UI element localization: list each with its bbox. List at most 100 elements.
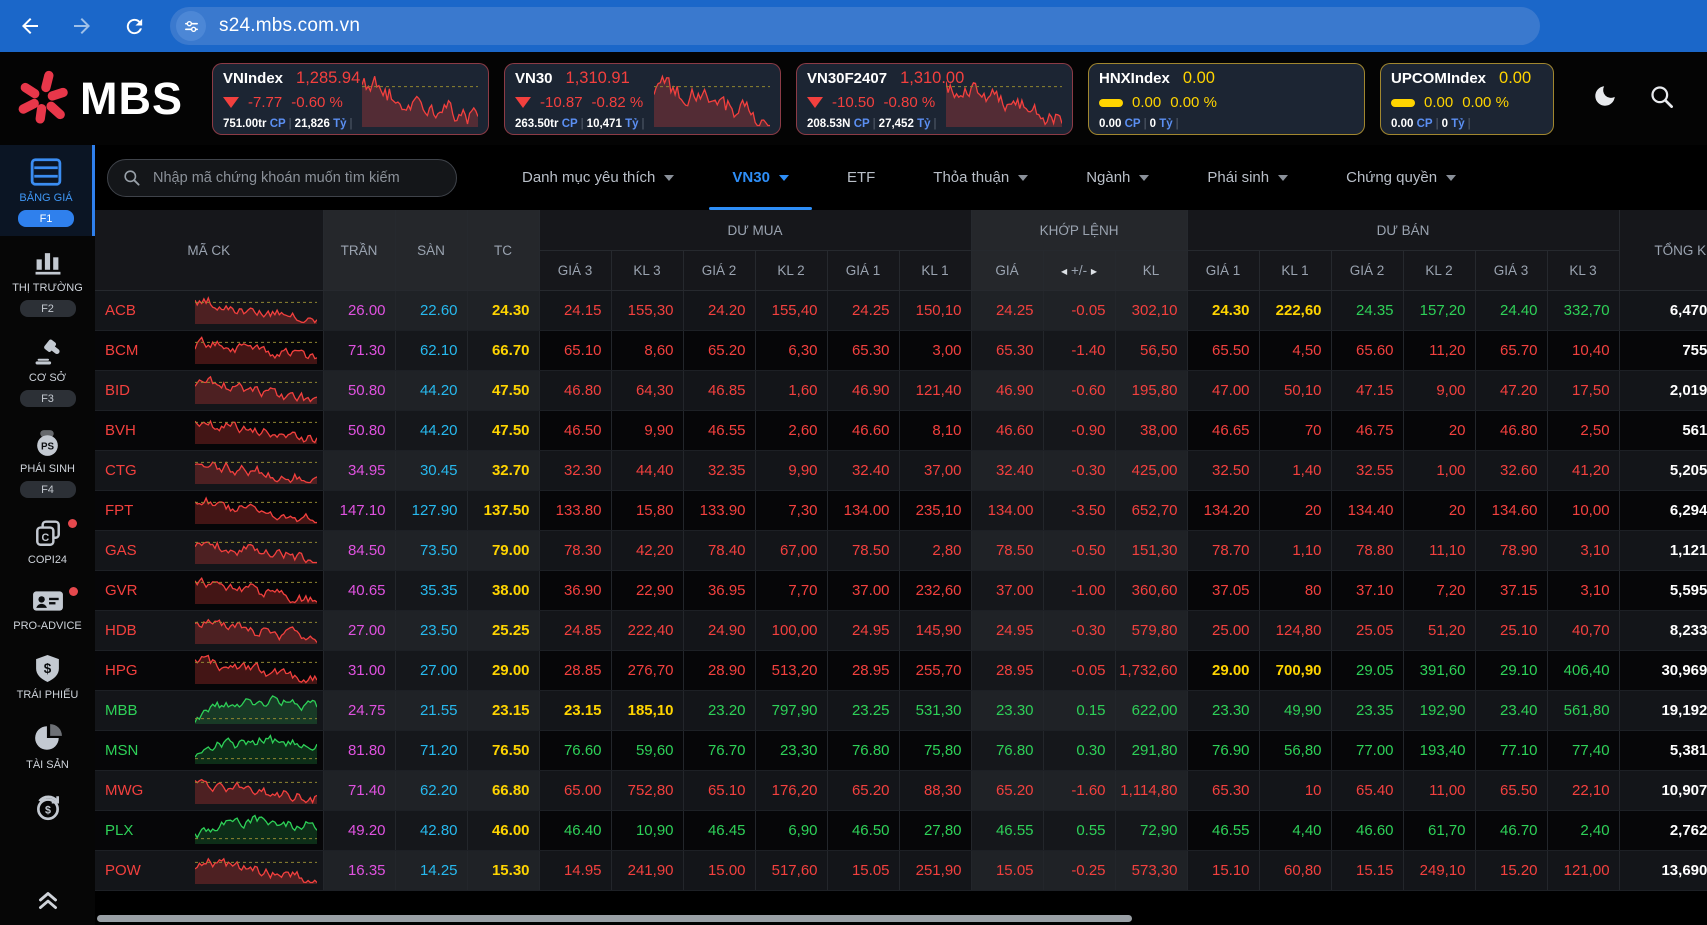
match-volume[interactable]: 425,00 bbox=[1115, 451, 1187, 491]
buy-price[interactable]: 65.00 bbox=[539, 771, 611, 811]
sell-price[interactable]: 37.15 bbox=[1475, 571, 1547, 611]
buy-price[interactable]: 24.15 bbox=[539, 291, 611, 331]
match-price[interactable]: 46.55 bbox=[971, 811, 1043, 851]
buy-volume[interactable]: 3,00 bbox=[899, 331, 971, 371]
sell-volume[interactable]: 80 bbox=[1259, 571, 1331, 611]
sell-volume[interactable]: 20 bbox=[1403, 491, 1475, 531]
floor-price[interactable]: 27.00 bbox=[395, 651, 467, 691]
total-volume[interactable]: 13,690,600 bbox=[1619, 851, 1707, 891]
sell-price[interactable]: 32.55 bbox=[1331, 451, 1403, 491]
match-volume[interactable]: 360,60 bbox=[1115, 571, 1187, 611]
buy-volume[interactable]: 150,10 bbox=[899, 291, 971, 331]
ticker-BVH[interactable]: BVH bbox=[95, 411, 185, 451]
floor-price[interactable]: 127.90 bbox=[395, 491, 467, 531]
buy-volume[interactable]: 255,70 bbox=[899, 651, 971, 691]
buy-volume[interactable]: 9,90 bbox=[611, 411, 683, 451]
sell-price[interactable]: 24.40 bbox=[1475, 291, 1547, 331]
sell-volume[interactable]: 121,00 bbox=[1547, 851, 1619, 891]
match-change[interactable]: -1.60 bbox=[1043, 771, 1115, 811]
floor-price[interactable]: 42.80 bbox=[395, 811, 467, 851]
match-change[interactable]: -0.05 bbox=[1043, 291, 1115, 331]
ceiling-price[interactable]: 26.00 bbox=[323, 291, 395, 331]
ticker-GVR[interactable]: GVR bbox=[95, 571, 185, 611]
sell-price[interactable]: 32.50 bbox=[1187, 451, 1259, 491]
sell-volume[interactable]: 4,50 bbox=[1259, 331, 1331, 371]
reference-price[interactable]: 47.50 bbox=[467, 371, 539, 411]
total-volume[interactable]: 755,900 bbox=[1619, 331, 1707, 371]
buy-price[interactable]: 78.50 bbox=[827, 531, 899, 571]
buy-price[interactable]: 46.85 bbox=[683, 371, 755, 411]
buy-price[interactable]: 24.90 bbox=[683, 611, 755, 651]
sell-price[interactable]: 23.40 bbox=[1475, 691, 1547, 731]
reference-price[interactable]: 66.70 bbox=[467, 331, 539, 371]
ceiling-price[interactable]: 16.35 bbox=[323, 851, 395, 891]
sell-volume[interactable]: 4,40 bbox=[1259, 811, 1331, 851]
floor-price[interactable]: 30.45 bbox=[395, 451, 467, 491]
buy-price[interactable]: 65.10 bbox=[683, 771, 755, 811]
buy-price[interactable]: 32.30 bbox=[539, 451, 611, 491]
match-change[interactable]: -0.60 bbox=[1043, 371, 1115, 411]
buy-volume[interactable]: 185,10 bbox=[611, 691, 683, 731]
sell-volume[interactable]: 10 bbox=[1259, 771, 1331, 811]
ticker-CTG[interactable]: CTG bbox=[95, 451, 185, 491]
reload-button[interactable] bbox=[114, 6, 154, 46]
buy-price[interactable]: 24.20 bbox=[683, 291, 755, 331]
buy-price[interactable]: 76.60 bbox=[539, 731, 611, 771]
sell-volume[interactable]: 56,80 bbox=[1259, 731, 1331, 771]
header-search-button[interactable] bbox=[1648, 83, 1675, 115]
sell-price[interactable]: 134.60 bbox=[1475, 491, 1547, 531]
table-row-PLX[interactable]: PLX49.2042.8046.0046.4010,9046.456,9046.… bbox=[95, 811, 1707, 851]
symbol-search-input[interactable] bbox=[151, 169, 442, 187]
buy-volume[interactable]: 232,60 bbox=[899, 571, 971, 611]
buy-volume[interactable]: 513,20 bbox=[755, 651, 827, 691]
buy-volume[interactable]: 44,40 bbox=[611, 451, 683, 491]
match-change[interactable]: -0.50 bbox=[1043, 531, 1115, 571]
sell-volume[interactable]: 70 bbox=[1259, 411, 1331, 451]
sell-price[interactable]: 24.35 bbox=[1331, 291, 1403, 331]
sell-volume[interactable]: 561,80 bbox=[1547, 691, 1619, 731]
sell-price[interactable]: 78.90 bbox=[1475, 531, 1547, 571]
table-row-ACB[interactable]: ACB26.0022.6024.3024.15155,3024.20155,40… bbox=[95, 291, 1707, 331]
buy-price[interactable]: 24.85 bbox=[539, 611, 611, 651]
sell-volume[interactable]: 61,70 bbox=[1403, 811, 1475, 851]
ceiling-price[interactable]: 71.40 bbox=[323, 771, 395, 811]
table-row-HDB[interactable]: HDB27.0023.5025.2524.85222,4024.90100,00… bbox=[95, 611, 1707, 651]
ticker-ACB[interactable]: ACB bbox=[95, 291, 185, 331]
sell-price[interactable]: 15.20 bbox=[1475, 851, 1547, 891]
buy-volume[interactable]: 42,20 bbox=[611, 531, 683, 571]
buy-volume[interactable]: 1,60 bbox=[755, 371, 827, 411]
buy-price[interactable]: 24.95 bbox=[827, 611, 899, 651]
reference-price[interactable]: 47.50 bbox=[467, 411, 539, 451]
ticker-MSN[interactable]: MSN bbox=[95, 731, 185, 771]
ceiling-price[interactable]: 147.10 bbox=[323, 491, 395, 531]
ticker-HPG[interactable]: HPG bbox=[95, 651, 185, 691]
forward-button[interactable] bbox=[62, 6, 102, 46]
symbol-search[interactable] bbox=[107, 159, 457, 197]
floor-price[interactable]: 44.20 bbox=[395, 371, 467, 411]
sell-volume[interactable]: 249,10 bbox=[1403, 851, 1475, 891]
buy-price[interactable]: 36.95 bbox=[683, 571, 755, 611]
sell-volume[interactable]: 222,60 bbox=[1259, 291, 1331, 331]
ticker-PLX[interactable]: PLX bbox=[95, 811, 185, 851]
buy-price[interactable]: 23.15 bbox=[539, 691, 611, 731]
match-change[interactable]: -0.25 bbox=[1043, 851, 1115, 891]
buy-price[interactable]: 46.90 bbox=[827, 371, 899, 411]
match-change[interactable]: -0.30 bbox=[1043, 611, 1115, 651]
sell-volume[interactable]: 2,40 bbox=[1547, 811, 1619, 851]
match-volume[interactable]: 195,80 bbox=[1115, 371, 1187, 411]
table-row-POW[interactable]: POW16.3514.2515.3014.95241,9015.00517,60… bbox=[95, 851, 1707, 891]
buy-volume[interactable]: 222,40 bbox=[611, 611, 683, 651]
sell-price[interactable]: 46.70 bbox=[1475, 811, 1547, 851]
sell-price[interactable]: 29.05 bbox=[1331, 651, 1403, 691]
floor-price[interactable]: 23.50 bbox=[395, 611, 467, 651]
table-row-GVR[interactable]: GVR40.6535.3538.0036.9022,9036.957,7037.… bbox=[95, 571, 1707, 611]
sell-volume[interactable]: 49,90 bbox=[1259, 691, 1331, 731]
match-volume[interactable]: 579,80 bbox=[1115, 611, 1187, 651]
sell-price[interactable]: 47.00 bbox=[1187, 371, 1259, 411]
match-volume[interactable]: 1,114,80 bbox=[1115, 771, 1187, 811]
match-change[interactable]: 0.30 bbox=[1043, 731, 1115, 771]
ticker-MBB[interactable]: MBB bbox=[95, 691, 185, 731]
buy-volume[interactable]: 797,90 bbox=[755, 691, 827, 731]
buy-price[interactable]: 46.55 bbox=[683, 411, 755, 451]
buy-volume[interactable]: 6,90 bbox=[755, 811, 827, 851]
